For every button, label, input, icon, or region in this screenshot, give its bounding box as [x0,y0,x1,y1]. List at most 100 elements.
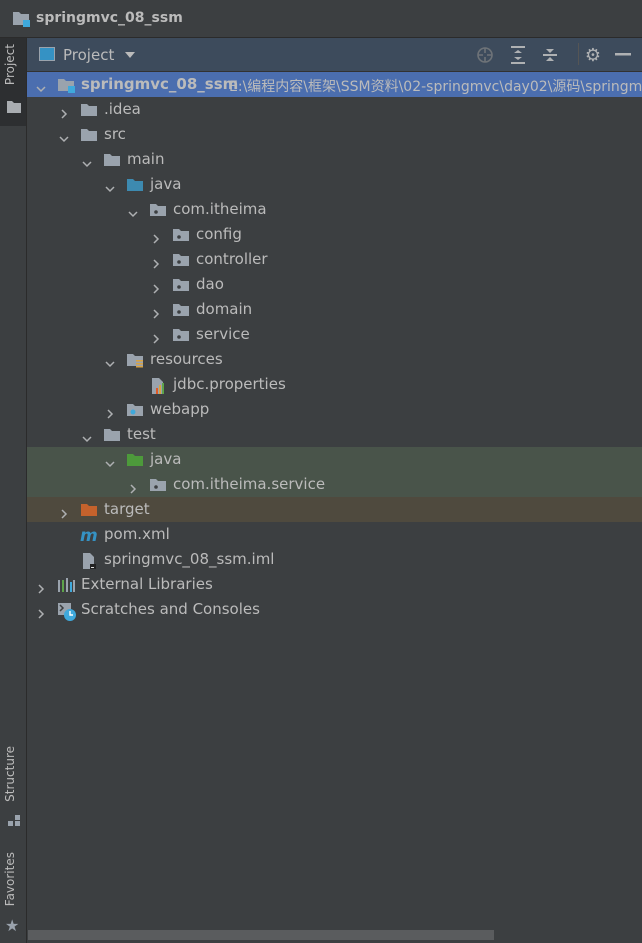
tree-item-label: pom.xml [104,525,170,543]
tree-item[interactable]: service [27,322,642,347]
package-icon [149,477,167,493]
source-folder-icon [126,177,144,193]
maven-icon: m [80,526,98,546]
chevron-right-icon[interactable] [151,279,161,294]
tab-favorites-label: Favorites [3,852,17,907]
hide-button[interactable] [613,45,633,65]
chevron-down-icon[interactable] [125,52,135,58]
panel-header: Project ⚙ [27,38,642,72]
toolbar-separator [578,43,579,65]
tree-item[interactable]: .idea [27,97,642,122]
tree-item-label: springmvc_08_ssm.iml [104,550,275,568]
horizontal-scrollbar[interactable] [28,930,494,940]
tree-item[interactable]: java [27,172,642,197]
chevron-right-icon[interactable] [36,579,46,594]
collapse-all-icon [543,49,557,61]
tab-project[interactable]: Project [0,38,26,126]
tree-item[interactable]: resources [27,347,642,372]
module-folder-icon [57,77,75,93]
chevron-right-icon[interactable] [151,304,161,319]
tree-item[interactable]: springmvc_08_ssm.iml [27,547,642,572]
tree-item-label: .idea [104,100,141,118]
chevron-right-icon[interactable] [128,479,138,494]
folder-icon [80,102,98,118]
folder-icon [103,427,121,443]
tree-item-label: target [104,500,150,518]
package-icon [172,277,190,293]
tree-item-label: test [127,425,156,443]
tree-item[interactable]: src [27,122,642,147]
tree-item[interactable]: main [27,147,642,172]
tree-item[interactable]: target [27,497,642,522]
tree-item-label: jdbc.properties [173,375,286,393]
tree-item-label: webapp [150,400,210,418]
chevron-down-icon[interactable] [82,154,92,168]
tree-item-label: resources [150,350,223,368]
tree-item-label: controller [196,250,268,268]
tree-item-label: springmvc_08_ssm [81,75,239,93]
tree-item[interactable]: jdbc.properties [27,372,642,397]
tree-item[interactable]: com.itheima [27,197,642,222]
chevron-right-icon[interactable] [36,604,46,619]
minus-icon [615,53,631,56]
star-icon: ★ [5,916,20,935]
tree-item[interactable]: com.itheima.service [27,472,642,497]
package-icon [149,202,167,218]
left-tool-strip: Project Structure Favorites ★ [0,38,27,943]
tree-item-label: com.itheima.service [173,475,326,493]
tree-item[interactable]: domain [27,297,642,322]
svg-text:m: m [80,527,98,543]
resources-folder-icon [126,352,144,368]
chevron-right-icon[interactable] [59,104,69,119]
tree-item[interactable]: Scratches and Consoles [27,597,642,622]
properties-file-icon [149,377,167,394]
tree-item[interactable]: webapp [27,397,642,422]
test-folder-icon [126,452,144,468]
chevron-down-icon[interactable] [59,129,69,143]
folder-icon [103,152,121,168]
tree-item[interactable]: java [27,447,642,472]
scratches-icon [57,602,76,621]
collapse-all-button[interactable] [540,45,560,65]
tree-item-label: Scratches and Consoles [81,600,260,618]
chevron-down-icon[interactable] [82,429,92,443]
tree-item-label: domain [196,300,253,318]
package-icon [172,327,190,343]
chevron-right-icon[interactable] [151,229,161,244]
gear-icon: ⚙ [584,44,602,66]
tab-structure-label: Structure [3,746,17,802]
project-panel: Project ⚙ springmvc_08_ssm E:\编程内容\框架\SSM… [27,38,642,943]
chevron-down-icon[interactable] [36,79,46,93]
tree-item-label: main [127,150,165,168]
settings-button[interactable]: ⚙ [583,44,603,66]
project-view-icon [39,47,55,61]
chevron-right-icon[interactable] [151,254,161,269]
tree-item[interactable]: springmvc_08_ssm E:\编程内容\框架\SSM资料\02-spri… [27,72,642,97]
chevron-right-icon[interactable] [59,504,69,519]
folder-icon [80,127,98,143]
package-icon [172,252,190,268]
tree-item-label: src [104,125,126,143]
chevron-right-icon[interactable] [105,404,115,419]
chevron-down-icon[interactable] [128,204,138,218]
tree-item[interactable]: config [27,222,642,247]
tab-favorites[interactable]: Favorites ★ [0,846,26,936]
tab-structure[interactable]: Structure [0,740,26,830]
structure-icon [8,812,21,831]
tree-item[interactable]: test [27,422,642,447]
chevron-right-icon[interactable] [151,329,161,344]
tree-item-label: External Libraries [81,575,213,593]
window-title: springmvc_08_ssm [36,10,183,26]
tree-item[interactable]: dao [27,272,642,297]
package-icon [172,302,190,318]
locate-button[interactable] [475,45,495,65]
expand-all-button[interactable] [508,45,528,65]
panel-title[interactable]: Project [63,46,114,64]
chevron-down-icon[interactable] [105,454,115,468]
tree-item-label: com.itheima [173,200,267,218]
tree-item[interactable]: m pom.xml [27,522,642,547]
chevron-down-icon[interactable] [105,354,115,368]
tree-item[interactable]: External Libraries [27,572,642,597]
chevron-down-icon[interactable] [105,179,115,193]
tree-item[interactable]: controller [27,247,642,272]
